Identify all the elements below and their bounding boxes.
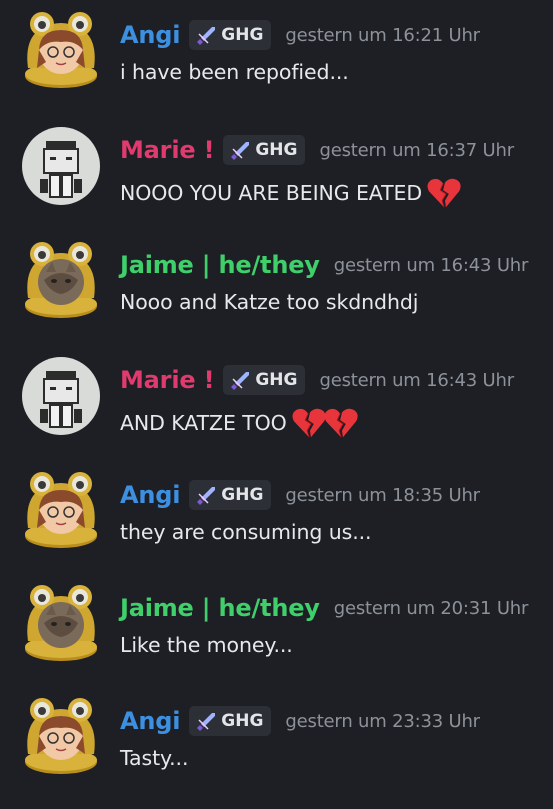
guild-tag[interactable]: GHG xyxy=(189,20,272,50)
message-header: Angi GHG gestern um 16:21 Uhr xyxy=(120,18,480,52)
timestamp: gestern um 16:21 Uhr xyxy=(285,24,480,46)
guild-tag-label: GHG xyxy=(221,25,264,45)
message-item: Jaime | he/they gestern um 16:43 Uhr Noo… xyxy=(0,230,553,334)
guild-tag-label: GHG xyxy=(255,370,298,390)
timestamp: gestern um 16:37 Uhr xyxy=(319,139,514,161)
sword-icon xyxy=(230,371,251,391)
message-text: they are consuming us... xyxy=(120,520,372,544)
username[interactable]: Marie ! xyxy=(120,366,215,394)
guild-tag[interactable]: GHG xyxy=(223,135,306,165)
username[interactable]: Jaime | he/they xyxy=(120,594,320,622)
message-text: Nooo and Katze too skdndhdj xyxy=(120,290,419,314)
frog-hat-character-avatar[interactable] xyxy=(20,10,102,92)
timestamp: gestern um 16:43 Uhr xyxy=(319,369,514,391)
message-item: Angi GHG gestern um 16:21 Uhr i have bee… xyxy=(0,0,553,104)
message-item: Angi GHG gestern um 23:33 Uhr Tasty... xyxy=(0,686,553,790)
guild-tag[interactable]: GHG xyxy=(189,706,272,736)
guild-tag-label: GHG xyxy=(221,711,264,731)
sword-icon xyxy=(196,712,217,732)
guild-tag-label: GHG xyxy=(221,485,264,505)
timestamp: gestern um 23:33 Uhr xyxy=(285,710,480,732)
guild-tag[interactable]: GHG xyxy=(223,365,306,395)
message-header: Angi GHG gestern um 23:33 Uhr xyxy=(120,704,480,738)
message-item: Marie ! GHG gestern um 16:37 Uhr NOOO YO… xyxy=(0,115,553,219)
message-text: NOOO YOU ARE BEING EATED xyxy=(120,175,464,211)
frog-hat-cat-avatar[interactable] xyxy=(20,240,102,322)
message-text: Tasty... xyxy=(120,746,189,770)
message-header: Marie ! GHG gestern um 16:43 Uhr xyxy=(120,363,514,397)
frog-hat-character-avatar[interactable] xyxy=(20,470,102,552)
message-text: AND KATZE TOO xyxy=(120,405,361,441)
broken-heart-icon xyxy=(323,405,361,441)
timestamp: gestern um 18:35 Uhr xyxy=(285,484,480,506)
message-header: Angi GHG gestern um 18:35 Uhr xyxy=(120,478,480,512)
message-text: i have been repofied... xyxy=(120,60,349,84)
username[interactable]: Angi xyxy=(120,21,180,49)
message-item: Angi GHG gestern um 18:35 Uhr they are c… xyxy=(0,460,553,564)
guild-tag[interactable]: GHG xyxy=(189,480,272,510)
message-item: Jaime | he/they gestern um 20:31 Uhr Lik… xyxy=(0,573,553,677)
username[interactable]: Angi xyxy=(120,481,180,509)
message-text: Like the money... xyxy=(120,633,293,657)
sword-icon xyxy=(196,486,217,506)
broken-heart-icon xyxy=(426,175,464,211)
frog-hat-cat-avatar[interactable] xyxy=(20,583,102,665)
username[interactable]: Jaime | he/they xyxy=(120,251,320,279)
username[interactable]: Marie ! xyxy=(120,136,215,164)
pixel-character-avatar[interactable] xyxy=(20,125,102,207)
message-header: Jaime | he/they gestern um 16:43 Uhr xyxy=(120,248,528,282)
sword-icon xyxy=(230,141,251,161)
guild-tag-label: GHG xyxy=(255,140,298,160)
sword-icon xyxy=(196,26,217,46)
timestamp: gestern um 20:31 Uhr xyxy=(333,597,529,619)
frog-hat-character-avatar[interactable] xyxy=(20,696,102,778)
timestamp: gestern um 16:43 Uhr xyxy=(333,254,529,276)
username[interactable]: Angi xyxy=(120,707,180,735)
message-header: Jaime | he/they gestern um 20:31 Uhr xyxy=(120,591,528,625)
message-item: Marie ! GHG gestern um 16:43 Uhr AND KAT… xyxy=(0,345,553,449)
message-header: Marie ! GHG gestern um 16:37 Uhr xyxy=(120,133,514,167)
pixel-character-avatar[interactable] xyxy=(20,355,102,437)
chat-log: Angi GHG gestern um 16:21 Uhr i have bee… xyxy=(0,0,553,809)
